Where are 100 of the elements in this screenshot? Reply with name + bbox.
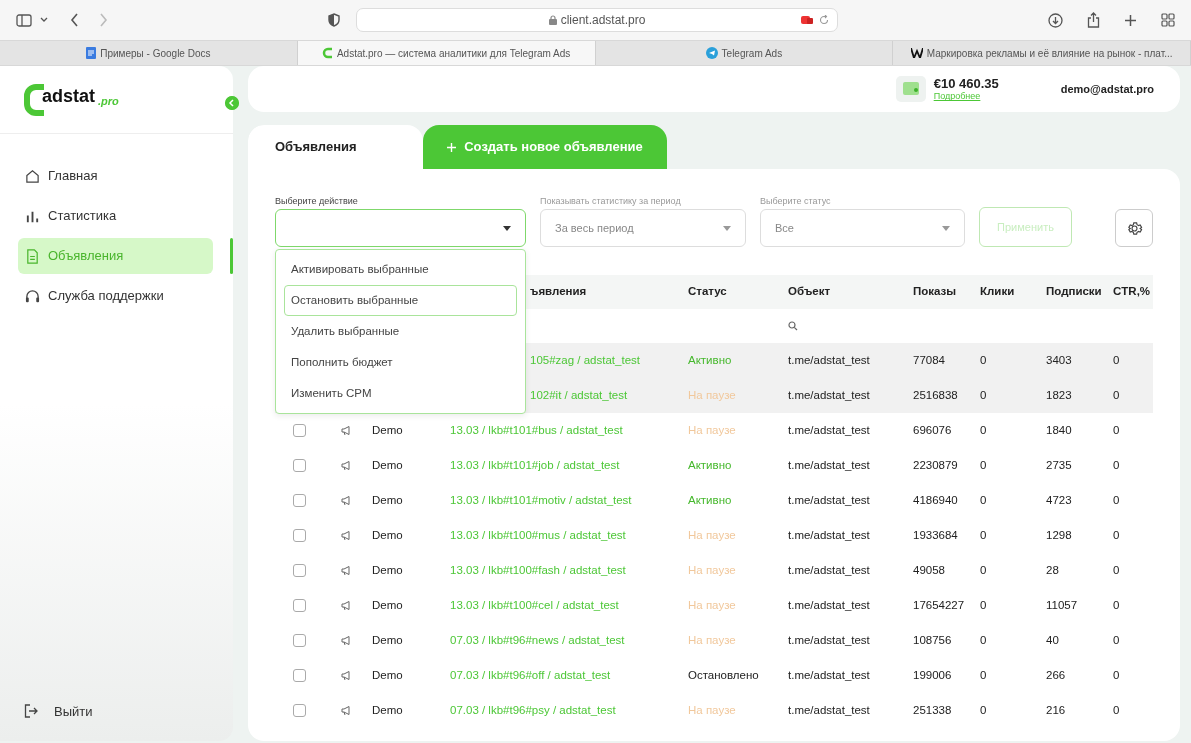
- collapse-icon[interactable]: [225, 96, 239, 110]
- row-checkbox[interactable]: [293, 564, 306, 577]
- table-cell-text: Demo: [372, 492, 404, 508]
- table-cell-text: 0: [1113, 527, 1121, 543]
- dropdown-option[interactable]: Пополнить бюджет: [284, 347, 517, 378]
- row-checkbox[interactable]: [293, 459, 306, 472]
- browser-tab[interactable]: Маркировка рекламы и её влияние на рынок - плат...: [893, 41, 1191, 65]
- settings-button[interactable]: [1115, 209, 1153, 247]
- table-cell-text: 251338: [913, 702, 953, 718]
- table-cell-text: t.me/adstat_test: [788, 597, 871, 613]
- dropdown-option[interactable]: Активировать выбранные: [284, 254, 517, 285]
- column-header: Подписки: [1046, 284, 1103, 300]
- details-link[interactable]: Подробнее: [933, 91, 999, 103]
- ad-name-link[interactable]: 07.03 / lkb#t96#news / adstat_test: [450, 631, 688, 650]
- row-checkbox[interactable]: [293, 669, 306, 682]
- create-ad-button[interactable]: Создать новое объявление: [423, 125, 667, 169]
- ad-name-link[interactable]: 13.03 / lkb#t100#fash / adstat_test: [450, 561, 688, 580]
- reload-icon[interactable]: [819, 15, 829, 25]
- row-checkbox[interactable]: [293, 494, 306, 507]
- table-cell-text: Demo: [372, 562, 404, 578]
- ad-name-link[interactable]: 07.03 / lkb#t96#psy / adstat_test: [450, 701, 688, 720]
- sidebar-icon[interactable]: [16, 13, 32, 27]
- ad-name-link[interactable]: 13.03 / lkb#t101#motiv / adstat_test: [450, 491, 688, 510]
- status-select[interactable]: Все: [760, 209, 965, 247]
- status-label: На паузе: [688, 422, 737, 438]
- tabs-overview-icon[interactable]: [1161, 13, 1175, 27]
- ad-name-link[interactable]: 13.03 / lkb#t101#job / adstat_test: [450, 456, 688, 475]
- status-label: На паузе: [688, 562, 737, 578]
- ad-name-link[interactable]: 13.03 / lkb#t101#bus / adstat_test: [450, 421, 688, 440]
- search-icon[interactable]: [788, 321, 798, 331]
- w-icon: [910, 48, 923, 58]
- status-label: Активно: [688, 492, 733, 508]
- headset-icon: [25, 288, 40, 304]
- back-icon[interactable]: [70, 13, 79, 27]
- dropdown-option[interactable]: Остановить выбранные: [284, 285, 517, 316]
- table-cell-text: 216: [1046, 702, 1067, 718]
- dropdown-option[interactable]: Удалить выбранные: [284, 316, 517, 347]
- logout-icon: [24, 704, 38, 719]
- table-cell-text: 11057: [1046, 597, 1079, 613]
- shield-icon[interactable]: [328, 13, 340, 27]
- table-cell-text: 0: [1113, 702, 1121, 718]
- status-label: На паузе: [688, 597, 737, 613]
- browser-tab[interactable]: Примеры - Google Docs: [0, 41, 298, 65]
- table-cell-text: 0: [1113, 667, 1121, 683]
- column-header: CTR,%: [1113, 284, 1152, 300]
- page-tab[interactable]: Объявления: [248, 125, 423, 169]
- column-header: ъявления: [529, 284, 588, 300]
- table-cell-text: 0: [980, 562, 988, 578]
- browser-tab[interactable]: Adstat.pro — система аналитики для Telegram Ads: [297, 41, 596, 65]
- site-icon: [321, 47, 333, 59]
- table-cell-text: 2735: [1046, 457, 1073, 473]
- table-cell-text: t.me/adstat_test: [788, 492, 871, 508]
- sidebar-item[interactable]: Статистика: [18, 198, 213, 234]
- action-select[interactable]: [275, 209, 526, 247]
- ad-name-link[interactable]: 13.03 / lkb#t100#mus / adstat_test: [450, 526, 688, 545]
- field-label: Выберите статус: [760, 195, 832, 208]
- home-icon: [25, 168, 40, 184]
- status-label: На паузе: [688, 527, 737, 543]
- forward-icon[interactable]: [99, 13, 108, 27]
- table-cell-text: 0: [980, 632, 988, 648]
- table-cell-text: Demo: [372, 457, 404, 473]
- megaphone-icon: [341, 636, 352, 645]
- table-cell-text: Demo: [372, 667, 404, 683]
- plus-icon[interactable]: [1124, 13, 1137, 27]
- sidebar-item[interactable]: Служба поддержки: [18, 278, 213, 314]
- row-checkbox[interactable]: [293, 529, 306, 542]
- extension-icon[interactable]: [801, 15, 813, 25]
- megaphone-icon: [341, 426, 352, 435]
- row-checkbox[interactable]: [293, 424, 306, 437]
- ad-name-link[interactable]: 13.03 / lkb#t100#cel / adstat_test: [450, 596, 688, 615]
- dropdown-option[interactable]: Изменить CPM: [284, 378, 517, 409]
- status-label: Активно: [688, 352, 733, 368]
- megaphone-icon: [341, 496, 352, 505]
- chevron-down-icon[interactable]: [40, 17, 48, 23]
- table-cell-text: Demo: [372, 702, 404, 718]
- sidebar-item[interactable]: Главная: [18, 158, 213, 194]
- table-cell-text: 1298: [1046, 527, 1073, 543]
- share-icon[interactable]: [1087, 12, 1100, 28]
- logout-button[interactable]: Выйти: [24, 701, 93, 721]
- browser-tab[interactable]: Telegram Ads: [595, 41, 894, 65]
- ad-name-link[interactable]: 07.03 / lkb#t96#off / adstat_test: [450, 666, 688, 685]
- row-checkbox[interactable]: [293, 634, 306, 647]
- period-select[interactable]: За весь период: [540, 209, 746, 247]
- field-label: Выберите действие: [275, 195, 359, 208]
- address-bar[interactable]: client.adstat.pro: [356, 8, 838, 32]
- table-cell-text: 696076: [913, 422, 953, 438]
- table-cell-text: 0: [980, 527, 988, 543]
- table-cell-text: t.me/adstat_test: [788, 422, 871, 438]
- sidebar-item[interactable]: Объявления: [18, 238, 213, 274]
- plus-icon: [447, 142, 457, 152]
- row-checkbox[interactable]: [293, 599, 306, 612]
- table-cell-text: 40: [1046, 632, 1060, 648]
- download-icon[interactable]: [1048, 12, 1063, 28]
- table-cell-text: 2516838: [913, 387, 959, 403]
- caret-icon: [723, 225, 731, 231]
- row-checkbox[interactable]: [293, 704, 306, 717]
- column-header: Клики: [980, 284, 1016, 300]
- caret-icon: [942, 225, 950, 231]
- table-cell-text: 3403: [1046, 352, 1073, 368]
- table-cell-text: t.me/adstat_test: [788, 527, 871, 543]
